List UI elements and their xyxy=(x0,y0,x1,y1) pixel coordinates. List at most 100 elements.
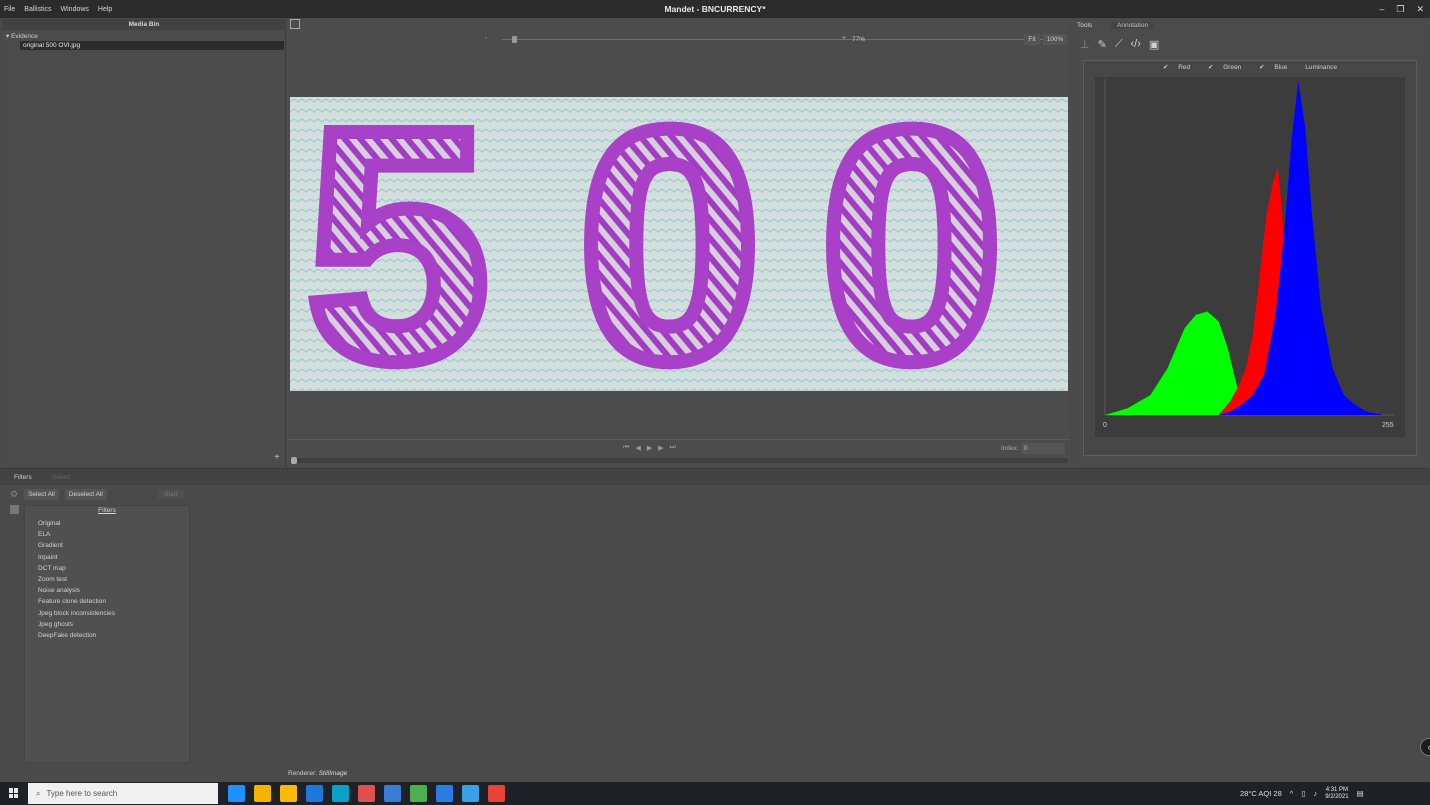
taskbar-app-0[interactable] xyxy=(228,785,245,802)
renderer-value: StillImage xyxy=(318,770,348,777)
menu-file[interactable]: File xyxy=(4,6,15,13)
channel-toggles: ✔ Red ✔ Green ✔ Blue Luminance xyxy=(1084,63,1416,71)
start-button[interactable]: Start xyxy=(158,490,184,499)
select-all-button[interactable]: Select All xyxy=(24,489,59,500)
menu-help[interactable]: Help xyxy=(98,6,112,13)
tray-chevron-icon[interactable]: ^ xyxy=(1290,789,1294,798)
channel-blue[interactable]: ✔ Blue xyxy=(1255,64,1291,71)
index-input[interactable]: 0 xyxy=(1021,443,1065,454)
taskbar-app-9[interactable] xyxy=(462,785,479,802)
filter-item-feature-clone[interactable]: Feature clone detection xyxy=(29,598,115,606)
media-controls: ⏮ ◀ ▶ ▶ ⏭ Index: 0 xyxy=(287,439,1070,457)
image-icon[interactable]: ▣ xyxy=(1149,38,1159,51)
clock[interactable]: 4:31 PM 9/2/2021 xyxy=(1325,787,1348,801)
taskbar-app-3[interactable] xyxy=(306,785,323,802)
filter-item-zoom-test[interactable]: Zoom test xyxy=(29,576,115,584)
expand-arrow-icon[interactable]: ▾ xyxy=(6,33,9,40)
restore-button[interactable]: ❐ xyxy=(1396,4,1404,15)
filter-item-ela[interactable]: ELA xyxy=(29,531,115,539)
notification-icon[interactable]: ▤ xyxy=(1357,789,1364,798)
menu-windows[interactable]: Windows xyxy=(61,6,89,13)
play-icon[interactable]: ▶ xyxy=(647,444,652,452)
tree-node-evidence[interactable]: ▾ Evidence xyxy=(6,32,38,40)
x-tick-max: 255 xyxy=(1382,422,1394,429)
menu-ballistics[interactable]: Ballistics xyxy=(24,6,51,13)
filter-item-gradient[interactable]: Gradient xyxy=(29,542,115,550)
add-media-button[interactable]: + xyxy=(274,452,280,463)
filter-item-noise-analysis[interactable]: Noise analysis xyxy=(29,587,115,595)
channel-label: Green xyxy=(1223,64,1242,71)
filter-item-original[interactable]: Original xyxy=(29,520,115,528)
histogram-plot: 0 255 xyxy=(1095,77,1405,437)
channel-label: Luminance xyxy=(1305,64,1338,71)
tab-tools[interactable]: Tools xyxy=(1077,22,1092,29)
zoom-in-button[interactable]: + xyxy=(842,35,846,42)
filter-item-deepfake[interactable]: DeepFake detection xyxy=(29,632,115,640)
settings-gear-icon[interactable]: ⚙ xyxy=(10,489,18,500)
save-icon[interactable] xyxy=(290,19,300,29)
side-toolbar xyxy=(10,505,19,514)
histogram-icon[interactable]: ⊥ xyxy=(1080,38,1090,51)
filter-item-jpeg-ghosts[interactable]: Jpeg ghosts xyxy=(29,621,115,629)
ruler-icon[interactable]: ⟋ xyxy=(1115,38,1123,51)
skip-start-icon[interactable]: ⏮ xyxy=(623,444,629,452)
tab-select[interactable]: Select xyxy=(52,474,70,481)
channel-red[interactable]: ✔ Red xyxy=(1159,64,1194,71)
tree-item-file[interactable]: original 500 OVI.jpg xyxy=(20,41,284,50)
transport-controls: ⏮ ◀ ▶ ▶ ⏭ xyxy=(623,444,676,452)
taskbar-app-6[interactable] xyxy=(384,785,401,802)
minimize-button[interactable]: – xyxy=(1379,4,1384,14)
title-bar: Mandet - BNCURRENCY* File Ballistics Win… xyxy=(0,0,1430,18)
step-back-icon[interactable]: ◀ xyxy=(635,444,640,452)
x-tick-min: 0 xyxy=(1103,422,1107,429)
volume-icon[interactable]: ♪ xyxy=(1313,789,1317,798)
status-bar: Renderer: StillImage xyxy=(288,770,347,777)
svg-text:0: 0 xyxy=(578,97,762,391)
search-placeholder: Type here to search xyxy=(46,789,118,798)
deselect-all-button[interactable]: Deselect All xyxy=(64,489,107,500)
channel-green[interactable]: ✔ Green xyxy=(1204,64,1245,71)
timeline-handle[interactable] xyxy=(291,457,297,464)
taskbar-search[interactable]: ⌕ Type here to search xyxy=(28,783,218,804)
clock-time: 4:31 PM xyxy=(1325,786,1349,793)
banknote-image: 5 0 0 xyxy=(290,97,1068,391)
filter-item-dct-map[interactable]: DCT map xyxy=(29,565,115,573)
report-icon[interactable] xyxy=(10,505,19,514)
filter-items: Original ELA Gradient Inpaint DCT map Zo… xyxy=(29,520,115,640)
filter-item-jpeg-block[interactable]: Jpeg block inconsistencies xyxy=(29,610,115,618)
timeline-slider[interactable] xyxy=(291,457,1068,464)
taskbar-apps xyxy=(228,785,505,802)
zoom-level: 77% xyxy=(852,36,866,43)
filter-item-inpaint[interactable]: Inpaint xyxy=(29,554,115,562)
channel-luminance[interactable]: Luminance xyxy=(1301,64,1341,71)
taskbar-app-7[interactable] xyxy=(410,785,427,802)
taskbar-app-2[interactable] xyxy=(280,785,297,802)
code-icon[interactable]: ‹/› xyxy=(1131,38,1141,51)
taskbar-app-5[interactable] xyxy=(358,785,375,802)
eyedropper-icon[interactable]: ✎ xyxy=(1098,38,1107,51)
zoom-slider-handle[interactable] xyxy=(512,36,518,43)
filter-list: Filters Original ELA Gradient Inpaint DC… xyxy=(24,505,190,763)
digit-0-first: 0 xyxy=(571,97,769,391)
weather-widget[interactable]: 28°C AQI 28 xyxy=(1240,789,1282,798)
check-icon: ✔ xyxy=(1259,64,1265,71)
windows-start-icon[interactable] xyxy=(9,788,19,798)
tab-filters[interactable]: Filters xyxy=(14,474,32,481)
close-button[interactable]: ✕ xyxy=(1416,4,1424,15)
skip-end-icon[interactable]: ⏭ xyxy=(669,444,675,452)
step-forward-icon[interactable]: ▶ xyxy=(658,444,663,452)
zoom-out-button[interactable]: - xyxy=(485,35,487,42)
taskbar-app-8[interactable] xyxy=(436,785,453,802)
taskbar-app-1[interactable] xyxy=(254,785,271,802)
histogram-series xyxy=(1105,81,1395,415)
network-icon[interactable]: ▯ xyxy=(1301,789,1305,798)
actual-size-button[interactable]: 100% xyxy=(1043,34,1067,45)
filter-list-header[interactable]: Filters xyxy=(25,507,189,514)
taskbar-app-10[interactable] xyxy=(488,785,505,802)
digit-0-second: 0 xyxy=(813,97,1011,391)
taskbar-app-4[interactable] xyxy=(332,785,349,802)
tab-annotation[interactable]: Annotation xyxy=(1111,22,1155,29)
zoom-slider[interactable] xyxy=(502,39,1052,40)
evidence-image[interactable]: 5 0 0 xyxy=(290,97,1068,391)
fit-button[interactable]: Fit xyxy=(1024,34,1040,45)
